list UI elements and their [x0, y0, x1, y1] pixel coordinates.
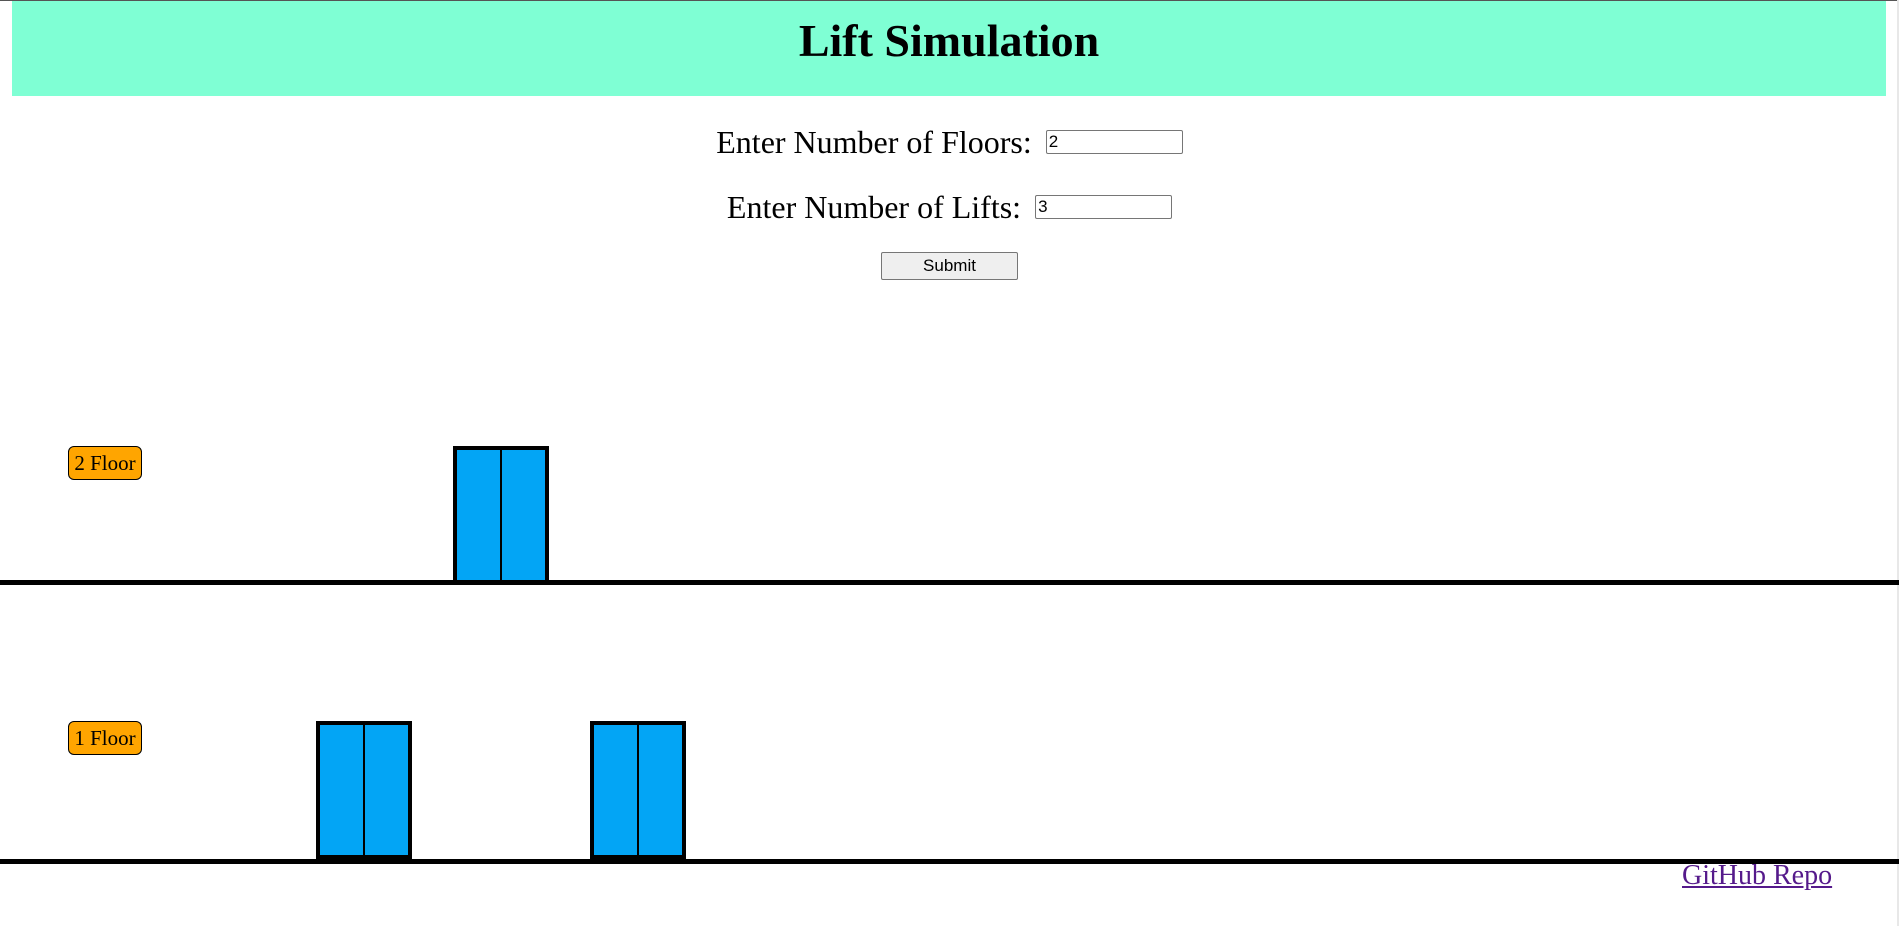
- lift-door-left: [594, 725, 638, 855]
- floor-label-2[interactable]: 2 Floor: [68, 446, 142, 480]
- floors-label: Enter Number of Floors:: [716, 123, 1032, 160]
- lifts-form-row: Enter Number of Lifts:: [0, 185, 1899, 229]
- lift-door-left: [320, 725, 364, 855]
- submit-wrap: Submit: [0, 252, 1899, 280]
- lift-2: [453, 446, 549, 584]
- page-title: Lift Simulation: [798, 15, 1100, 66]
- github-repo-link[interactable]: GitHub Repo: [1682, 860, 1832, 892]
- floors-input[interactable]: [1045, 130, 1183, 154]
- lift-1: [316, 721, 412, 859]
- lift-3: [590, 721, 686, 859]
- floor-label-1[interactable]: 1 Floor: [68, 721, 142, 755]
- submit-button[interactable]: Submit: [881, 252, 1018, 280]
- lift-door-right: [364, 725, 408, 855]
- floor-line-1: [0, 859, 1899, 864]
- lifts-input[interactable]: [1035, 195, 1173, 219]
- lifts-label: Enter Number of Lifts:: [726, 188, 1022, 225]
- lift-door-left: [457, 450, 501, 580]
- floors-form-row: Enter Number of Floors:: [0, 120, 1899, 164]
- floor-line-2: [0, 580, 1899, 585]
- lift-door-right: [638, 725, 682, 855]
- lift-door-right: [501, 450, 545, 580]
- page-header: Lift Simulation: [12, 1, 1886, 96]
